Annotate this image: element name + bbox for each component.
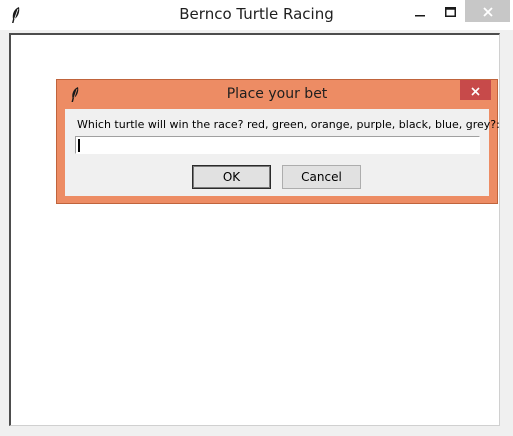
minimize-button[interactable] <box>405 0 435 22</box>
bet-dialog: Place your bet Which turtle will win the… <box>56 79 500 204</box>
dialog-body: Which turtle will win the race? red, gre… <box>65 109 500 196</box>
close-button[interactable] <box>465 0 510 22</box>
turtle-racing-window: Bernco Turtle Racing Place your bet Whic… <box>0 0 513 436</box>
minimize-icon <box>415 2 425 21</box>
maximize-button[interactable] <box>435 0 465 22</box>
maximize-icon <box>444 2 456 21</box>
text-caret <box>78 139 80 152</box>
feather-icon <box>9 6 23 24</box>
close-icon <box>482 2 493 21</box>
cancel-button[interactable]: Cancel <box>282 165 361 189</box>
dialog-close-button[interactable] <box>460 80 491 100</box>
bet-prompt: Which turtle will win the race? red, gre… <box>77 118 500 131</box>
dialog-title: Place your bet <box>226 86 328 102</box>
bet-input[interactable] <box>75 136 480 154</box>
close-icon <box>471 81 480 100</box>
window-titlebar[interactable]: Bernco Turtle Racing <box>0 0 513 30</box>
ok-button[interactable]: OK <box>192 165 271 189</box>
